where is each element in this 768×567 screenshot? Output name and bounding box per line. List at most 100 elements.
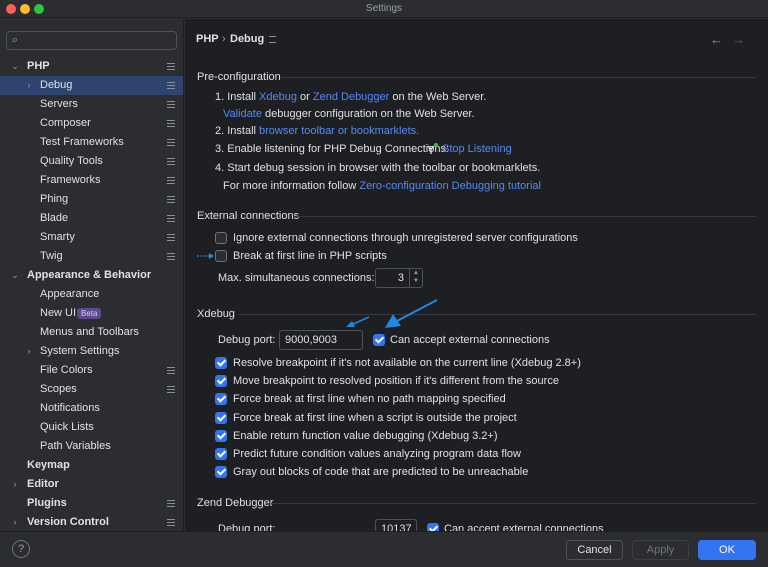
zend-accept-external-checkbox[interactable] [427,523,439,531]
back-arrow-icon[interactable]: ← [710,32,723,47]
sidebar-item-test-frameworks[interactable]: Test Frameworks [0,133,183,152]
sidebar-item-phing[interactable]: Phing [0,190,183,209]
sidebar-item-label: PHP [27,60,50,72]
help-button[interactable]: ? [12,540,30,558]
settings-content: PHP › Debug ← → Pre-configuration 1. Ins… [185,19,768,531]
project-settings-icon [269,36,276,43]
sidebar-item-editor[interactable]: › Editor [0,475,183,494]
zend-accept-external-label: Can accept external connections [444,523,604,531]
preconfig-step-4b: For more information follow Zero-configu… [223,180,541,192]
breadcrumb-separator: › [222,33,226,45]
sidebar-item-label: Keymap [27,459,70,471]
xdebug-option-label: Predict future condition values analyzin… [233,448,521,460]
xdebug-option-checkbox[interactable] [215,357,227,369]
search-input[interactable] [29,33,174,48]
zero-config-tutorial-link[interactable]: Zero-configuration Debugging tutorial [359,180,541,192]
chevron-right-icon[interactable]: › [10,513,20,531]
chevron-right-icon[interactable]: › [10,475,20,494]
max-connections-stepper[interactable]: 3 ▲ ▼ [375,268,423,288]
xdebug-option-checkbox[interactable] [215,466,227,478]
project-settings-icon [167,177,175,184]
breadcrumb-php[interactable]: PHP [196,33,219,45]
section-divider [239,314,756,315]
sidebar-item-label: Scopes [40,383,77,395]
sidebar-item-label: Menus and Toolbars [40,326,139,338]
xdebug-option-label: Force break at first line when a script … [233,412,517,424]
xdebug-option-label: Move breakpoint to resolved position if … [233,375,559,387]
search-icon: ⌕ [12,34,19,46]
preconfig-step-1b: Validate debugger configuration on the W… [223,108,475,120]
sidebar-item-label: Blade [40,212,69,224]
zend-debugger-link[interactable]: Zend Debugger [313,91,389,103]
settings-search[interactable]: ⌕ [6,31,177,50]
sidebar-item-twig[interactable]: Twig [0,247,183,266]
ok-button[interactable]: OK [698,540,756,560]
xdebug-option-label: Enable return function value debugging (… [233,430,498,442]
sidebar-item-plugins[interactable]: Plugins [0,494,183,513]
sidebar-item-system-settings[interactable]: › System Settings [0,342,183,361]
sidebar-item-appearance-behavior[interactable]: ⌄ Appearance & Behavior [0,266,183,285]
apply-button[interactable]: Apply [632,540,689,560]
stop-listening-link[interactable]: Stop Listening [442,143,512,155]
zend-port-label: Debug port: [218,523,276,531]
ignore-external-checkbox[interactable] [215,232,227,244]
sidebar-item-quality-tools[interactable]: Quality Tools [0,152,183,171]
chevron-right-icon[interactable]: › [24,342,34,361]
sidebar-item-servers[interactable]: Servers [0,95,183,114]
xdebug-option-checkbox[interactable] [215,375,227,387]
break-first-line-checkbox[interactable] [215,250,227,262]
xdebug-link[interactable]: Xdebug [259,91,297,103]
section-zend-title: Zend Debugger [197,497,274,509]
zend-port-input[interactable]: 10137 [375,519,417,531]
xdebug-accept-external-checkbox[interactable] [373,334,385,346]
project-settings-icon [167,234,175,241]
sidebar-item-label: Quality Tools [40,155,103,167]
sidebar-item-php[interactable]: ⌄ PHP [0,57,183,76]
project-settings-icon [167,519,175,526]
window-title: Settings [365,3,403,14]
sidebar-item-frameworks[interactable]: Frameworks [0,171,183,190]
sidebar-item-label: Phing [40,193,69,205]
sidebar-item-label: Notifications [40,402,100,414]
sidebar-item-appearance[interactable]: Appearance [0,285,183,304]
sidebar-item-keymap[interactable]: Keymap [0,456,183,475]
forward-arrow-icon[interactable]: → [732,32,745,47]
chevron-down-icon[interactable]: ⌄ [10,57,20,76]
validate-link[interactable]: Validate [223,108,262,120]
xdebug-option-label: Gray out blocks of code that are predict… [233,466,529,478]
sidebar-item-label: System Settings [40,345,120,357]
breadcrumb-debug: Debug [230,33,265,45]
sidebar-item-quick-lists[interactable]: Quick Lists [0,418,183,437]
sidebar-item-new-ui[interactable]: New UI Beta [0,304,183,323]
sidebar-item-path-variables[interactable]: Path Variables [0,437,183,456]
stepper-arrows-icon[interactable]: ▲ ▼ [409,269,422,287]
sidebar-item-smarty[interactable]: Smarty [0,228,183,247]
project-settings-icon [167,196,175,203]
sidebar-item-file-colors[interactable]: File Colors [0,361,183,380]
xdebug-option-checkbox[interactable] [215,448,227,460]
max-connections-value: 3 [397,272,404,284]
project-settings-icon [167,139,175,146]
sidebar-item-label: File Colors [40,364,93,376]
project-settings-icon [167,82,175,89]
sidebar-item-composer[interactable]: Composer [0,114,183,133]
project-settings-icon [167,120,175,127]
xdebug-port-input[interactable]: 9000,9003 [279,330,363,350]
xdebug-option-checkbox[interactable] [215,412,227,424]
sidebar-item-scopes[interactable]: Scopes [0,380,183,399]
sidebar-item-label: New UI [40,307,77,319]
sidebar-item-menus-toolbars[interactable]: Menus and Toolbars [0,323,183,342]
xdebug-option-checkbox[interactable] [215,393,227,405]
chevron-down-icon[interactable]: ⌄ [10,266,20,285]
sidebar-item-blade[interactable]: Blade [0,209,183,228]
chevron-right-icon[interactable]: › [24,76,34,95]
project-settings-icon [167,386,175,393]
cancel-button[interactable]: Cancel [566,540,623,560]
content-header: PHP › Debug ← → [185,19,768,65]
section-divider [271,503,756,504]
sidebar-item-version-control[interactable]: › Version Control [0,513,183,531]
sidebar-item-notifications[interactable]: Notifications [0,399,183,418]
sidebar-item-debug[interactable]: › Debug [0,76,183,95]
browser-toolbar-link[interactable]: browser toolbar or bookmarklets. [259,125,419,137]
xdebug-option-checkbox[interactable] [215,430,227,442]
